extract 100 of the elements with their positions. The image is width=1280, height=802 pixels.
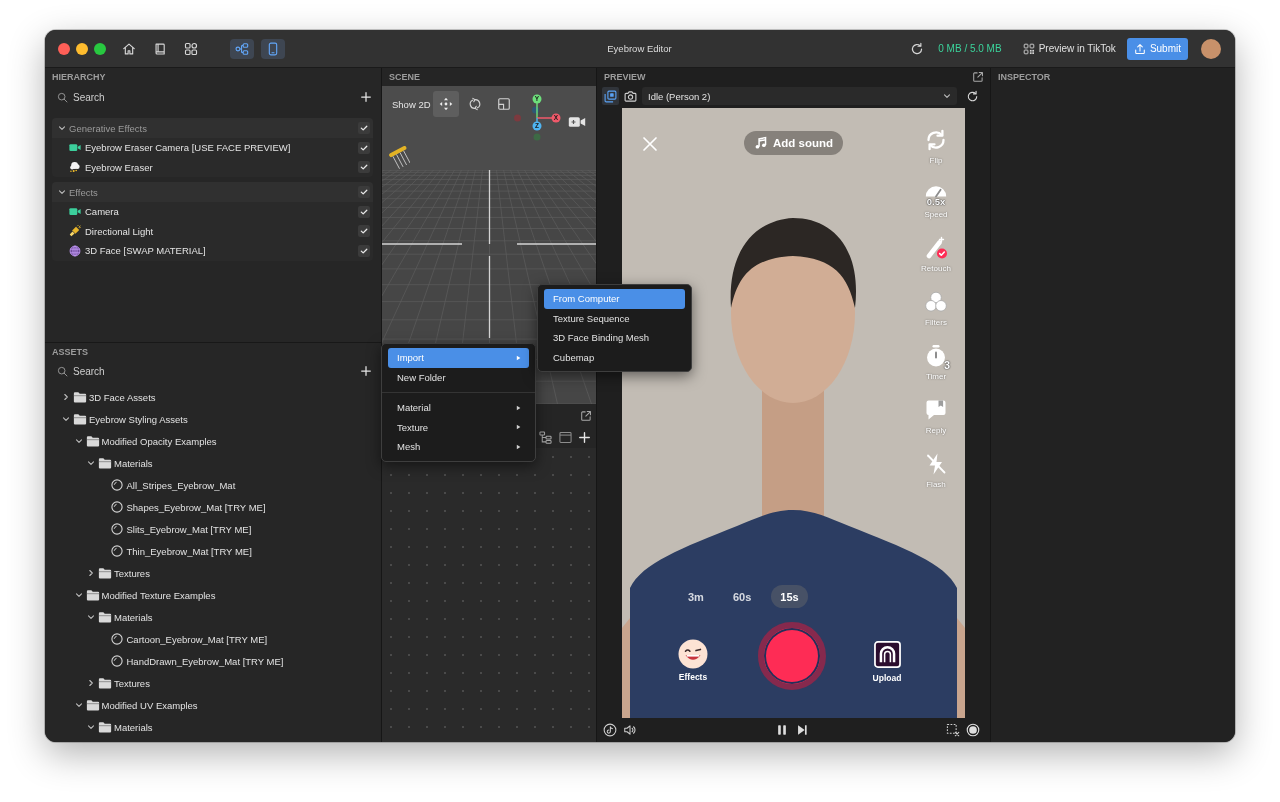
apps-grid-icon[interactable] [184,41,198,56]
chevron-down-icon [943,92,951,100]
scene-dropdown[interactable]: Idle (Person 2) [642,87,957,105]
light-gizmo-icon[interactable] [386,146,410,170]
rotate-icon [467,97,482,111]
home-icon[interactable] [122,41,136,56]
tree-item-label[interactable]: 3D Face [SWAP MATERIAL] [85,245,358,257]
arch-thumbnail-icon [873,641,901,668]
external-link-icon[interactable] [972,71,984,83]
folder-icon [98,677,112,689]
tree-item-label[interactable]: Materials [114,611,153,623]
add-icon[interactable] [361,366,371,376]
panel-toggle-button[interactable] [261,38,285,59]
tree-item-label[interactable]: Modified Texture Examples [101,589,216,601]
chevron-icon[interactable] [74,591,83,599]
checkbox[interactable] [358,122,370,134]
external-link-icon[interactable] [580,409,592,422]
tree-item-label[interactable]: Eyebrow Eraser [85,161,358,173]
menu-item[interactable]: Material [388,398,529,418]
effects-button[interactable]: Effects [668,639,718,682]
tree-item-label[interactable]: Cartoon_Eyebrow_Mat [TRY ME] [126,633,268,645]
tree-item-label[interactable]: Modified UV Examples [101,699,198,711]
refresh-icon[interactable] [910,41,925,56]
menu-item[interactable]: Texture Sequence [544,308,685,328]
checkbox[interactable] [358,186,370,198]
tree-item-label[interactable]: Eyebrow Styling Assets [89,413,188,425]
chevron-icon[interactable] [58,124,66,132]
chevron-icon[interactable] [74,701,83,709]
chevron-icon[interactable] [87,679,95,687]
add-icon[interactable] [361,92,371,102]
hierarchy-tree-icon[interactable] [539,431,552,444]
speaker-icon[interactable] [623,723,637,737]
chevron-icon[interactable] [62,415,70,423]
tree-item-label[interactable]: All_Stripes_Eyebrow_Mat [126,479,236,491]
chevron-icon[interactable] [74,437,83,445]
video-camera-icon[interactable] [568,116,586,128]
window-icon[interactable] [559,431,572,444]
duration-tab[interactable]: 3m [679,585,713,608]
tree-item-label[interactable]: Directional Light [85,225,358,237]
material-sphere-icon [110,501,123,513]
chevron-icon[interactable] [87,459,95,467]
tree-item-label[interactable]: 3D Face Assets [89,391,156,403]
tree-item-label[interactable]: Eyebrow Eraser Camera [USE FACE PREVIEW] [85,142,358,154]
user-avatar[interactable] [1201,38,1221,59]
chevron-icon[interactable] [62,393,70,401]
panel-toggle-button[interactable] [230,38,254,59]
upload-button[interactable]: Upload [862,641,912,683]
duration-tab[interactable]: 15s [771,585,808,608]
chevron-icon[interactable] [87,613,95,621]
checkbox[interactable] [358,244,370,257]
dashed-selection-icon[interactable] [946,723,960,737]
layers-view-button[interactable] [602,87,619,105]
folder-icon [98,567,112,579]
tree-item-label[interactable]: Camera [85,206,358,218]
checkbox[interactable] [358,141,370,154]
chevron-icon[interactable] [58,188,66,196]
music-note-circle-icon[interactable] [603,723,617,737]
tree-item-label[interactable]: Slits_Eyebrow_Mat [TRY ME] [126,523,252,535]
search-field[interactable]: Search [73,363,355,379]
tree-item-label[interactable]: Thin_Eyebrow_Mat [TRY ME] [126,545,252,557]
menu-item[interactable]: Mesh [388,437,529,457]
move-tool-button[interactable] [432,91,459,117]
tree-item-label[interactable]: Shapes_Eyebrow_Mat [TRY ME] [126,501,266,513]
folder-icon [73,413,87,425]
tree-item-label[interactable]: Modified Opacity Examples [101,435,217,447]
record-icon[interactable] [966,723,980,737]
node-graph-icon [235,41,249,56]
flash-off-icon [924,452,948,476]
material-sphere-icon [110,523,123,535]
show-2d-toggle[interactable]: Show 2D [392,91,431,117]
add-sound-button[interactable]: Add sound [744,131,843,155]
menu-item[interactable]: Texture [388,417,529,437]
tree-item-label[interactable]: Materials [114,721,153,733]
refresh-icon[interactable] [966,89,979,103]
minimize-button[interactable] [76,42,88,55]
menu-item[interactable]: Cubemap [544,347,685,367]
menu-item[interactable]: New Folder [388,367,529,387]
upload-icon [1133,42,1146,55]
book-icon[interactable] [153,41,167,56]
maximize-button[interactable] [94,42,106,55]
menu-item[interactable]: 3D Face Binding Mesh [544,328,685,348]
add-icon[interactable] [579,432,590,443]
group-label[interactable]: Generative Effects [69,122,358,134]
tree-item-label[interactable]: Textures [114,677,150,689]
chevron-icon[interactable] [87,723,95,731]
search-field[interactable]: Search [73,89,355,105]
close-button[interactable] [58,42,70,55]
material-sphere-icon [110,545,123,557]
preview-button[interactable]: Preview in TikTok [1022,42,1116,55]
duration-tab[interactable]: 60s [723,585,761,608]
tree-item-label[interactable]: HandDrawn_Eyebrow_Mat [TRY ME] [126,655,284,667]
panel-title: PREVIEW [604,72,646,82]
checkbox[interactable] [358,225,370,238]
chevron-icon[interactable] [87,569,95,577]
checkbox[interactable] [358,161,370,174]
tree-item-label[interactable]: Textures [114,567,150,579]
group-label[interactable]: Effects [69,186,358,198]
checkbox[interactable] [358,205,370,218]
camera-icon [624,89,637,103]
tree-item-label[interactable]: Materials [114,457,153,469]
